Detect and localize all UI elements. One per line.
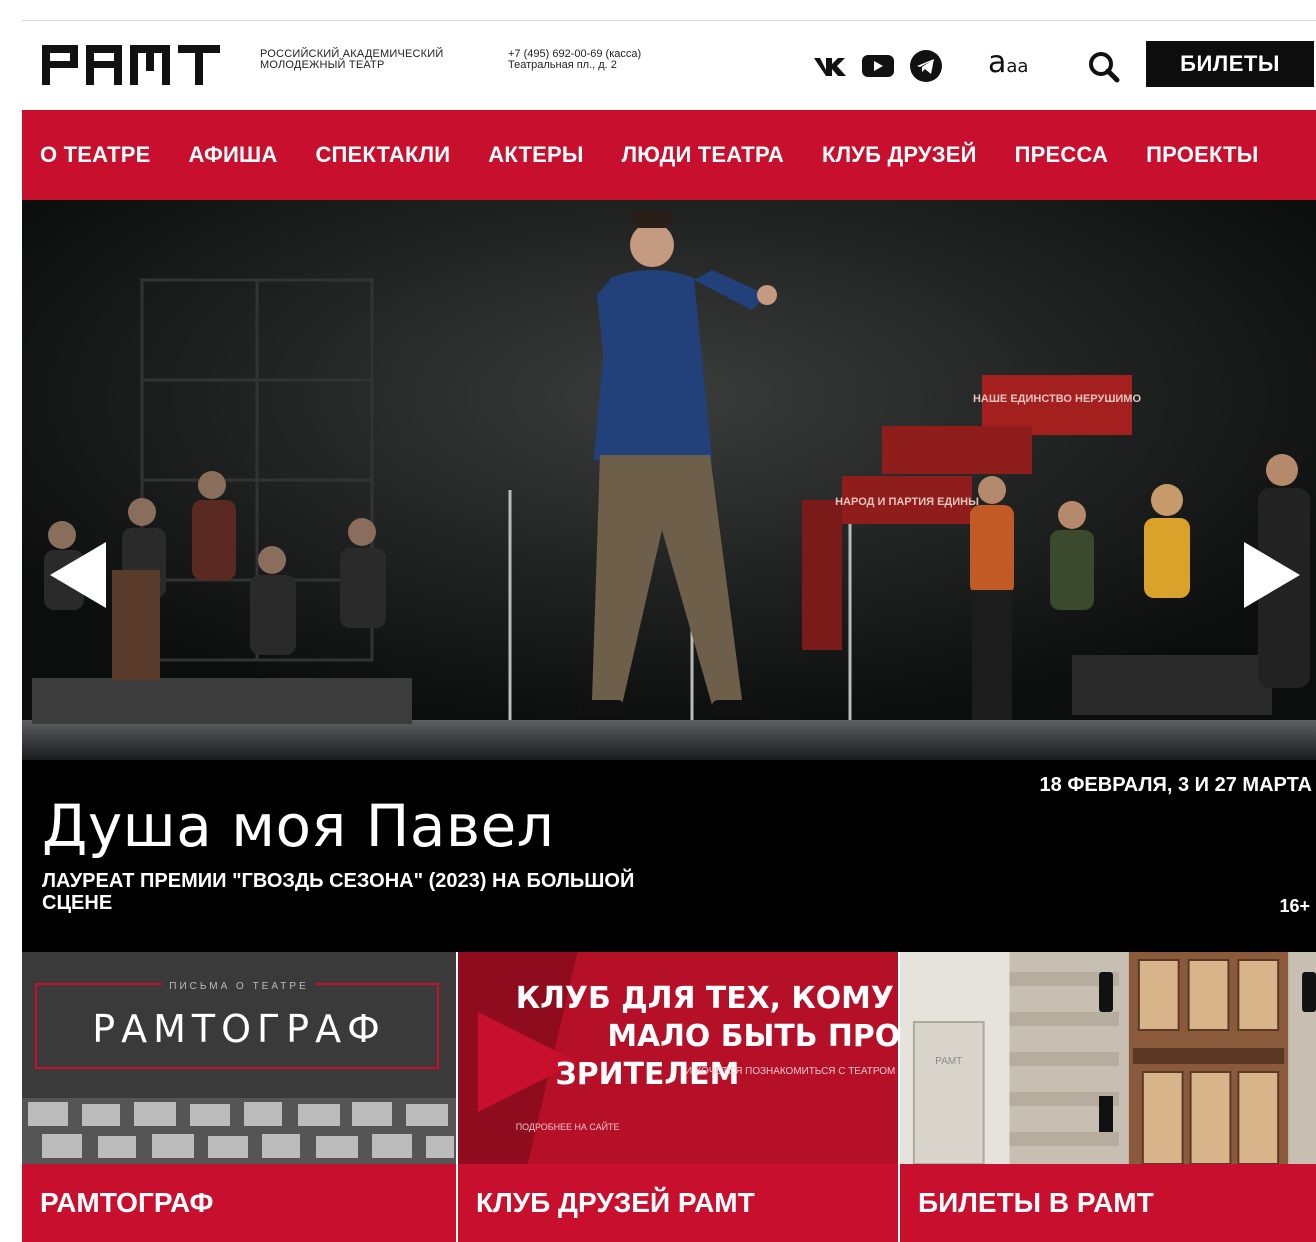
card-tickets-label: БИЛЕТЫ В РАМТ <box>900 1164 1316 1242</box>
card-friends-club-label: КЛУБ ДРУЗЕЙ РАМТ <box>458 1164 898 1242</box>
building-sign: РАМТ <box>935 1056 962 1067</box>
next-slide-arrow[interactable] <box>1242 540 1302 610</box>
font-size-big: a <box>988 45 1007 80</box>
tickets-button[interactable]: БИЛЕТЫ <box>1146 41 1314 87</box>
hero-photo: НАШЕ ЕДИНСТВО НЕРУШИМО НАРОД И ПАРТИЯ ЕД… <box>22 200 1316 760</box>
org-name-line2: молодежный театр <box>260 59 385 71</box>
font-size-toggle[interactable]: a aa <box>988 45 1028 85</box>
social-links <box>812 49 944 83</box>
nav-item-performances[interactable]: СПЕКТАКЛИ <box>315 142 450 168</box>
hero-title[interactable]: Душа моя Павел <box>42 792 554 860</box>
card-ramtograf[interactable]: ПИСЬМА О ТЕАТРЕ РАМТОГРАФ РАМТОГРАФ <box>22 952 456 1242</box>
search-icon[interactable] <box>1086 49 1122 85</box>
hero-subtitle: Лауреат премии "Гвоздь сезона" (2023) на… <box>42 870 635 914</box>
hero-dates: 18 ФЕВРАЛЯ, 3 И 27 МАРТА <box>1039 774 1312 796</box>
friends-club-line2: МАЛО БЫТЬ ПРОСТО <box>607 1019 898 1054</box>
nav-item-afisha[interactable]: АФИША <box>189 142 278 168</box>
ramtograf-img-title: РАМТОГРАФ <box>92 1007 386 1051</box>
prop-sign-2: НАРОД И ПАРТИЯ ЕДИНЫ <box>835 496 979 508</box>
main-nav: О ТЕАТРЕ АФИША СПЕКТАКЛИ АКТЕРЫ ЛЮДИ ТЕА… <box>22 110 1316 200</box>
card-friends-club[interactable]: КЛУБ ДЛЯ ТЕХ, КОМУ МАЛО БЫТЬ ПРОСТО ЗРИТ… <box>456 952 898 1242</box>
vk-icon[interactable] <box>812 49 848 83</box>
friends-club-footer: ПОДРОБНЕЕ НА САЙТЕ <box>516 1121 620 1132</box>
prop-sign-1: НАШЕ ЕДИНСТВО НЕРУШИМО <box>973 393 1141 405</box>
nav-item-press[interactable]: ПРЕССА <box>1015 142 1108 168</box>
friends-club-image: КЛУБ ДЛЯ ТЕХ, КОМУ МАЛО БЫТЬ ПРОСТО ЗРИТ… <box>458 952 898 1164</box>
ramtograf-image: ПИСЬМА О ТЕАТРЕ РАМТОГРАФ <box>22 952 456 1164</box>
org-name: Российский академический молодежный теат… <box>260 49 490 71</box>
friends-club-small: И ХОЧЕТСЯ ПОЗНАКОМИТЬСЯ С ТЕАТРОМ ПОБЛИЖ… <box>685 1066 898 1077</box>
promo-cards: ПИСЬМА О ТЕАТРЕ РАМТОГРАФ РАМТОГРАФ КЛУБ… <box>22 952 1316 1242</box>
youtube-icon[interactable] <box>860 49 896 83</box>
telegram-icon[interactable] <box>908 49 944 83</box>
card-ramtograf-label: РАМТОГРАФ <box>22 1164 456 1242</box>
hero-slider: НАШЕ ЕДИНСТВО НЕРУШИМО НАРОД И ПАРТИЯ ЕД… <box>22 200 1316 952</box>
font-size-small: aa <box>1006 56 1029 77</box>
ramt-logo[interactable] <box>42 41 222 89</box>
nav-item-friends-club[interactable]: КЛУБ ДРУЗЕЙ <box>822 142 977 168</box>
nav-item-actors[interactable]: АКТЕРЫ <box>488 142 583 168</box>
address: Театральная пл., д. 2 <box>508 59 617 71</box>
contacts: +7 (495) 692-00-69 (касса) Театральная п… <box>508 49 708 71</box>
nav-item-people[interactable]: ЛЮДИ ТЕАТРА <box>622 142 784 168</box>
ramtograf-caption: ПИСЬМА О ТЕАТРЕ <box>169 981 308 992</box>
site-header: Российский академический молодежный теат… <box>22 20 1316 110</box>
friends-club-line1: КЛУБ ДЛЯ ТЕХ, КОМУ <box>516 981 894 1016</box>
page: Российский академический молодежный теат… <box>22 20 1316 1242</box>
card-tickets[interactable]: РАМТ БИЛЕТЫ В РАМТ <box>898 952 1316 1242</box>
nav-item-projects[interactable]: ПРОЕКТЫ <box>1146 142 1258 168</box>
age-rating-badge: 16+ <box>1279 896 1310 916</box>
prev-slide-arrow[interactable] <box>48 540 108 610</box>
nav-item-about[interactable]: О ТЕАТРЕ <box>40 142 151 168</box>
tickets-building-image: РАМТ <box>900 952 1316 1164</box>
